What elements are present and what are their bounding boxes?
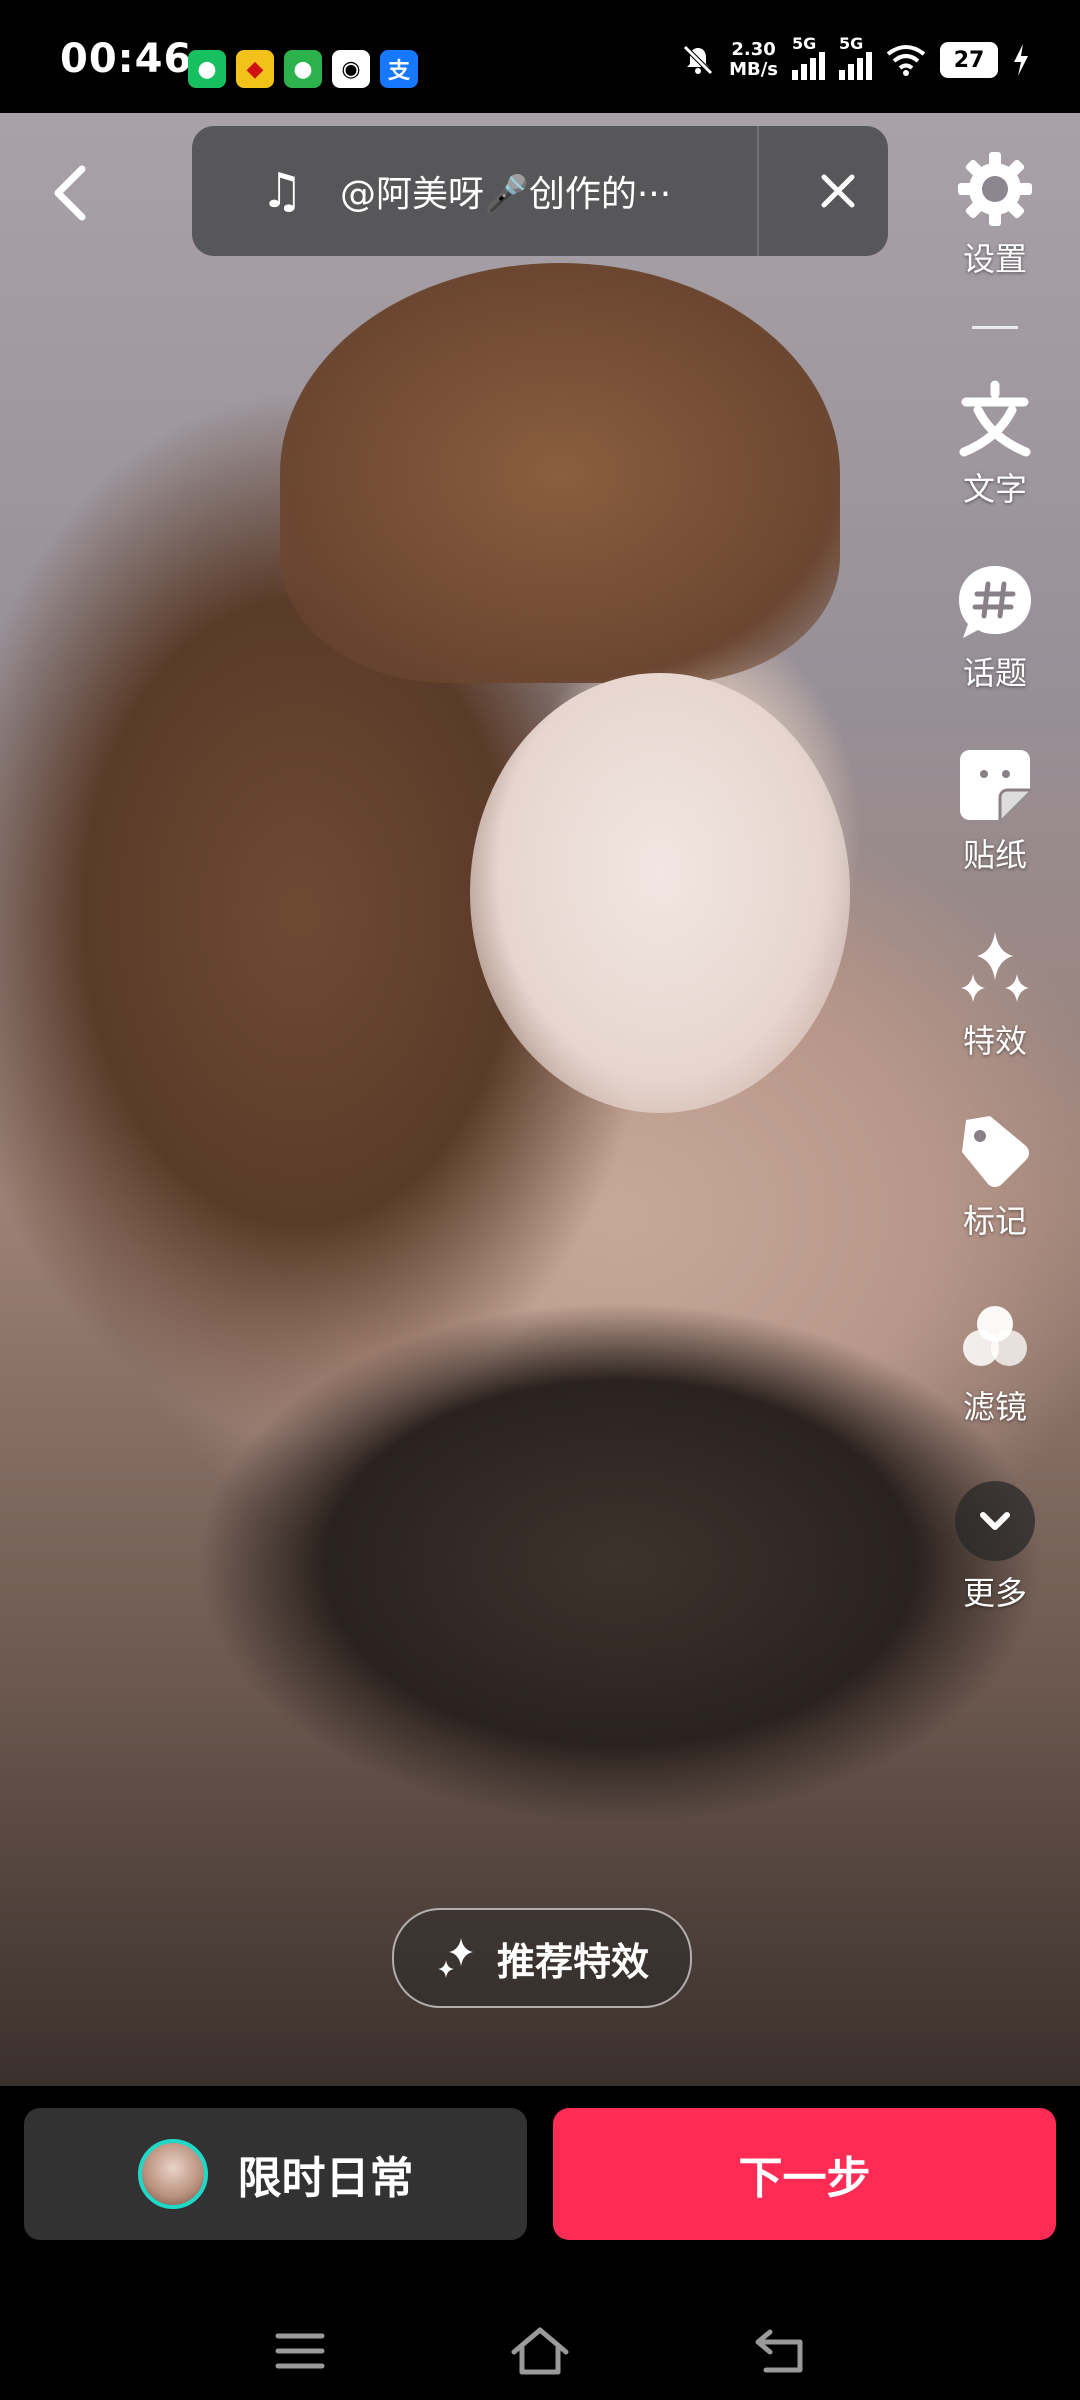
tool-text[interactable]: 文字 bbox=[940, 380, 1050, 510]
avatar bbox=[137, 2139, 208, 2209]
filter-icon bbox=[963, 1306, 1027, 1366]
charging-icon bbox=[1014, 44, 1028, 76]
tool-label-sticker: 贴纸 bbox=[962, 836, 1027, 874]
tool-label-effects: 特效 bbox=[962, 1022, 1027, 1060]
music-divider bbox=[757, 126, 759, 256]
media-preview[interactable] bbox=[0, 113, 1080, 2086]
wechat-icon: ● bbox=[188, 50, 226, 88]
chevron-left-icon bbox=[54, 165, 86, 221]
signal-icon: 5G bbox=[792, 34, 825, 80]
alipay-icon: 支 bbox=[380, 50, 418, 88]
tool-label-topic: 话题 bbox=[962, 654, 1027, 692]
tool-more[interactable]: 更多 bbox=[940, 1480, 1050, 1614]
net-speed: 2.30 MB/s bbox=[729, 40, 778, 80]
tool-label-filter: 滤镜 bbox=[962, 1388, 1027, 1426]
close-icon bbox=[821, 174, 855, 208]
tool-label-more: 更多 bbox=[962, 1574, 1027, 1612]
battery-indicator: 27 bbox=[940, 42, 998, 78]
recommend-effects-button[interactable]: 推荐特效 bbox=[392, 1908, 692, 2008]
tool-label-text: 文字 bbox=[962, 470, 1027, 508]
limited-daily-button[interactable]: 限时日常 bbox=[24, 2108, 527, 2240]
recommend-effects-label: 推荐特效 bbox=[496, 1939, 649, 1984]
tool-settings[interactable]: 设置 bbox=[940, 150, 1050, 280]
status-time: 00:46 bbox=[60, 36, 193, 82]
nav-menu-button[interactable] bbox=[250, 2316, 350, 2386]
hashtag-icon bbox=[959, 566, 1031, 638]
preview-hair-shape bbox=[280, 263, 840, 683]
game-app-icon: ◆ bbox=[236, 50, 274, 88]
nav-home-button[interactable] bbox=[490, 2316, 590, 2386]
tool-filter[interactable]: 滤镜 bbox=[940, 1298, 1050, 1428]
music-title: @阿美呀🎤创作的··· bbox=[340, 174, 672, 215]
sparkle-icon bbox=[437, 1938, 473, 1978]
next-step-button[interactable]: 下一步 bbox=[553, 2108, 1056, 2240]
back-arrow-icon bbox=[755, 2329, 803, 2373]
status-right: 2.30 MB/s 5G 5G 27 bbox=[681, 34, 1030, 80]
wifi-icon bbox=[886, 45, 926, 76]
toolbar-divider bbox=[972, 326, 1018, 329]
net-speed-value: 2.30 bbox=[731, 39, 776, 60]
tool-effects[interactable]: 特效 bbox=[940, 930, 1050, 1062]
net-speed-unit: MB/s bbox=[729, 59, 778, 80]
signal-icon-2: 5G bbox=[839, 34, 872, 80]
mute-bell-icon bbox=[683, 45, 713, 75]
signal-label-2: 5G bbox=[839, 34, 864, 53]
tool-sticker[interactable]: 贴纸 bbox=[940, 746, 1050, 876]
bottom-actions: 限时日常 下一步 bbox=[0, 2086, 1080, 2306]
gear-icon bbox=[958, 152, 1032, 226]
tool-topic[interactable]: 话题 bbox=[940, 562, 1050, 694]
chevron-down-icon bbox=[955, 1481, 1035, 1561]
preview-face-shape bbox=[470, 673, 850, 1113]
tool-label-settings: 设置 bbox=[962, 240, 1027, 278]
tool-label-tag: 标记 bbox=[962, 1202, 1027, 1240]
back-button[interactable] bbox=[40, 158, 100, 228]
nav-back-button[interactable] bbox=[730, 2316, 830, 2386]
next-step-label: 下一步 bbox=[738, 2153, 871, 2204]
status-bar: 00:46 ● ◆ ● ◉ 支 2.30 MB/s 5G 5G 27 bbox=[0, 0, 1080, 113]
tool-tag[interactable]: 标记 bbox=[940, 1112, 1050, 1242]
music-note-icon: ♫ bbox=[260, 163, 304, 219]
remove-music-button[interactable] bbox=[788, 126, 888, 256]
menu-icon bbox=[275, 2333, 325, 2369]
wechat-work-icon: ● bbox=[284, 50, 322, 88]
selected-music-bar[interactable]: ♫ @阿美呀🎤创作的··· bbox=[192, 126, 888, 256]
home-icon bbox=[511, 2327, 569, 2375]
notification-icons: ● ◆ ● ◉ 支 bbox=[188, 50, 418, 88]
sparkle-icon bbox=[961, 932, 1029, 1002]
tag-icon bbox=[962, 1116, 1029, 1187]
text-icon bbox=[959, 380, 1031, 457]
system-nav-bar bbox=[0, 2306, 1080, 2400]
qq-icon: ◉ bbox=[332, 50, 370, 88]
signal-label: 5G bbox=[792, 34, 817, 53]
limited-daily-label: 限时日常 bbox=[237, 2153, 414, 2204]
sticker-icon bbox=[960, 750, 1030, 820]
